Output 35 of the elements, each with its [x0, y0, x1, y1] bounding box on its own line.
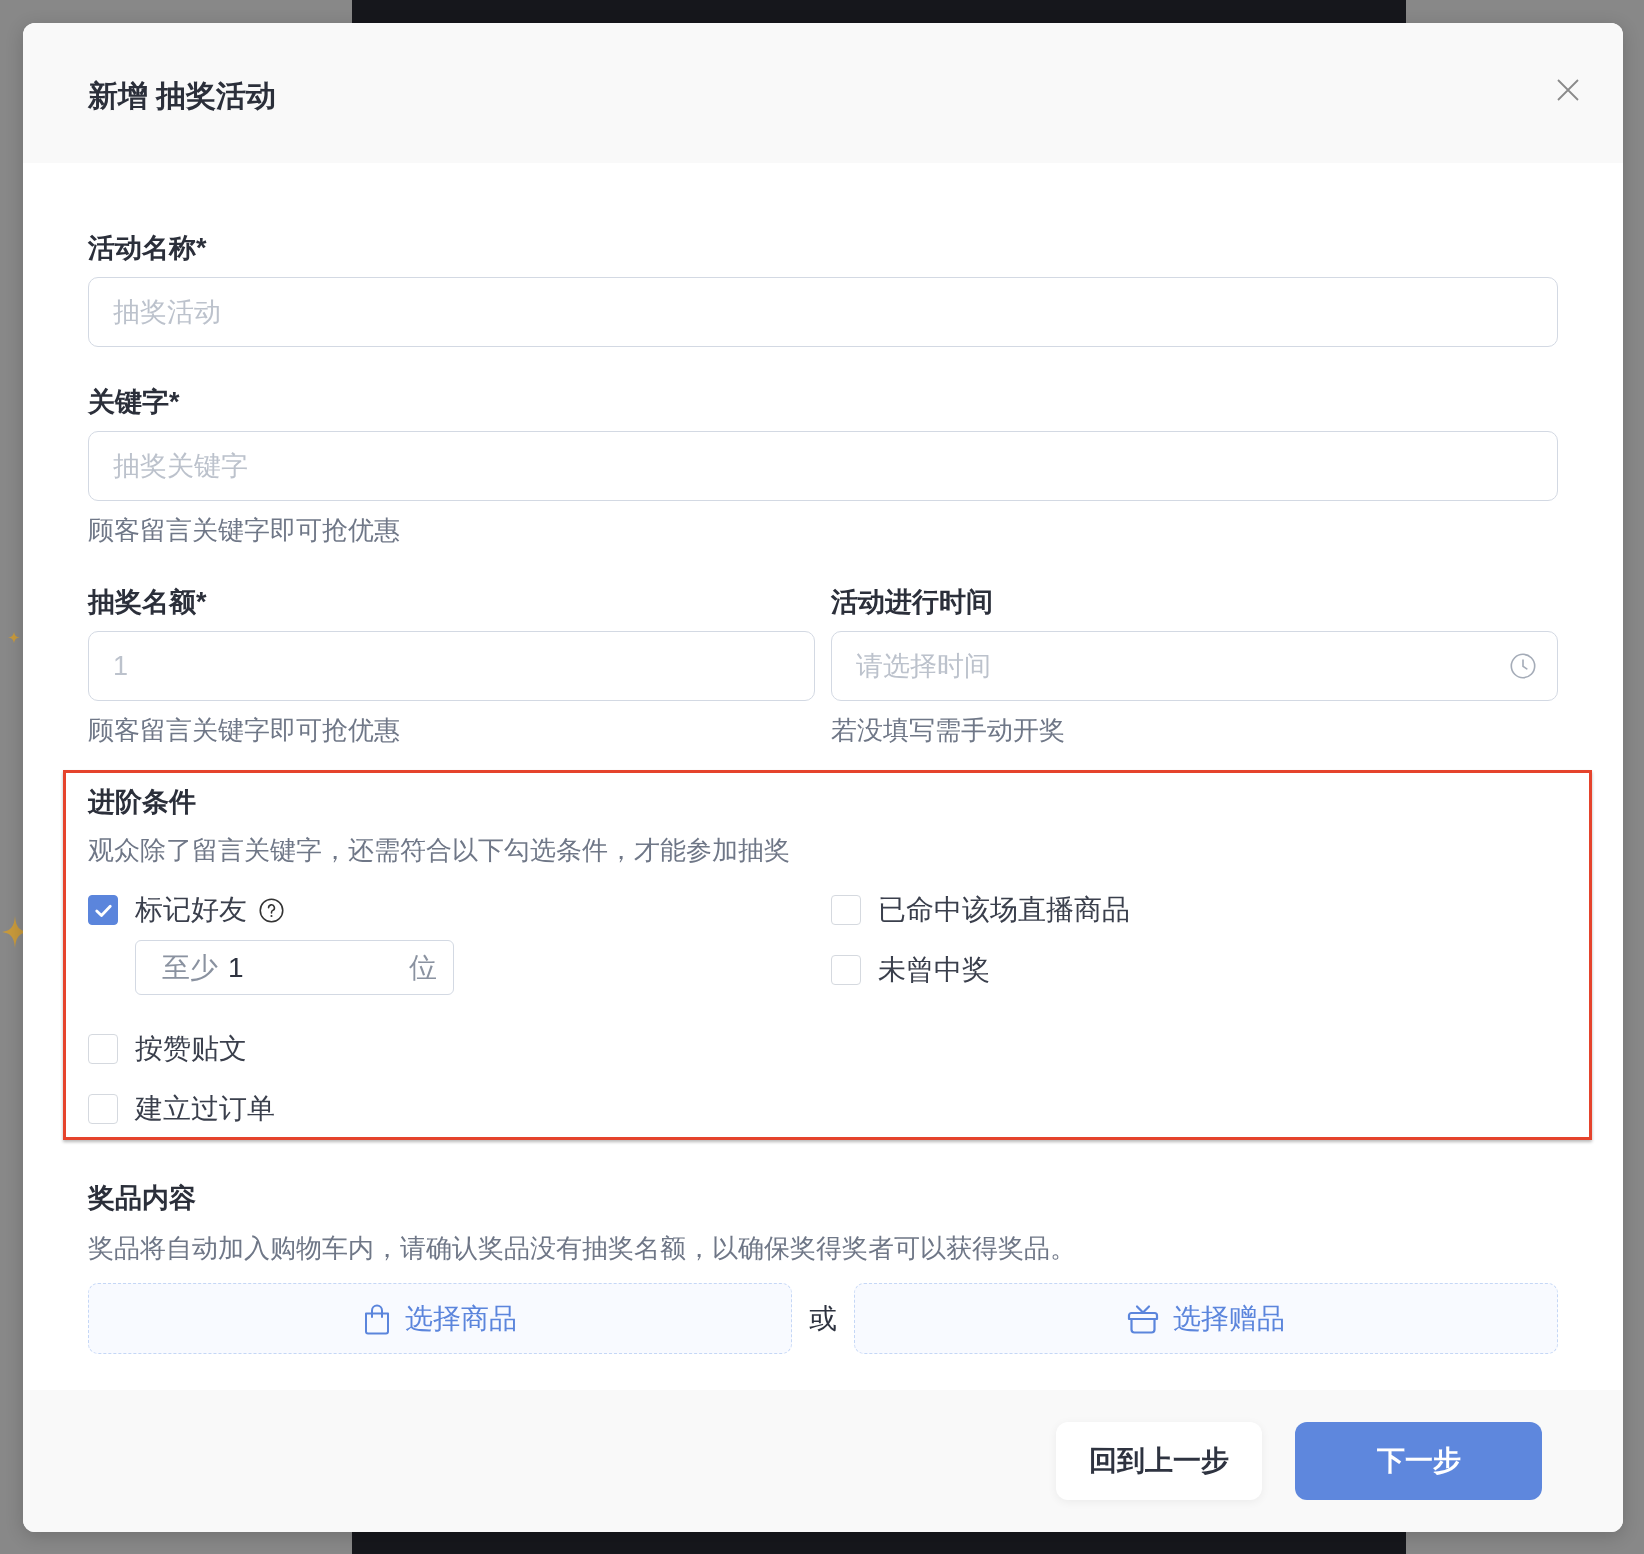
close-icon[interactable] — [1556, 78, 1580, 102]
checkbox[interactable] — [88, 895, 118, 925]
checkbox-label: 建立过订单 — [135, 1092, 275, 1126]
field-label: 活动进行时间 — [831, 586, 994, 619]
next-button[interactable]: 下一步 — [1295, 1422, 1542, 1500]
input-field[interactable]: 1 — [88, 631, 815, 701]
field-label: 关键字* — [88, 386, 181, 419]
sparkle-icon — [8, 631, 20, 644]
field-label: 活动名称* — [88, 232, 208, 265]
checkbox-label: 未曾中奖 — [878, 953, 990, 987]
help-icon[interactable] — [259, 897, 284, 923]
section-title: 奖品内容 — [88, 1182, 197, 1215]
checkbox-label: 已命中该场直播商品 — [878, 893, 1130, 927]
field-label: 抽奖名额* — [88, 586, 208, 619]
bag-icon — [363, 1302, 391, 1335]
clock-icon — [1510, 653, 1536, 679]
input-field[interactable]: 抽奖关键字 — [88, 431, 1558, 501]
select-product-button[interactable]: 选择商品 — [88, 1283, 792, 1354]
help-text: 顾客留言关键字即可抢优惠 — [88, 514, 401, 547]
section-description: 奖品将自动加入购物车内，请确认奖品没有抽奖名额，以确保奖得奖者可以获得奖品。 — [88, 1232, 1077, 1265]
dialog-title: 新增 抽奖活动 — [88, 78, 277, 114]
back-button[interactable]: 回到上一步 — [1056, 1422, 1262, 1500]
input-field[interactable]: 抽奖活动 — [88, 277, 1558, 347]
help-text: 顾客留言关键字即可抢优惠 — [88, 714, 401, 747]
gift-icon — [1127, 1303, 1159, 1334]
sparkle-icon — [2, 916, 23, 948]
section-title: 进阶条件 — [88, 786, 197, 819]
time-field[interactable]: 请选择时间 — [831, 631, 1558, 701]
checkbox-label: 按赞贴文 — [135, 1032, 247, 1066]
select-gift-button[interactable]: 选择赠品 — [854, 1283, 1558, 1354]
checkbox-label: 标记好友 — [135, 893, 247, 927]
section-description: 观众除了留言关键字，还需符合以下勾选条件，才能参加抽奖 — [88, 834, 791, 867]
count-field[interactable]: 至少 1 位 — [135, 940, 454, 995]
help-text: 若没填写需手动开奖 — [831, 714, 1066, 747]
separator-text: 或 — [809, 1301, 837, 1336]
